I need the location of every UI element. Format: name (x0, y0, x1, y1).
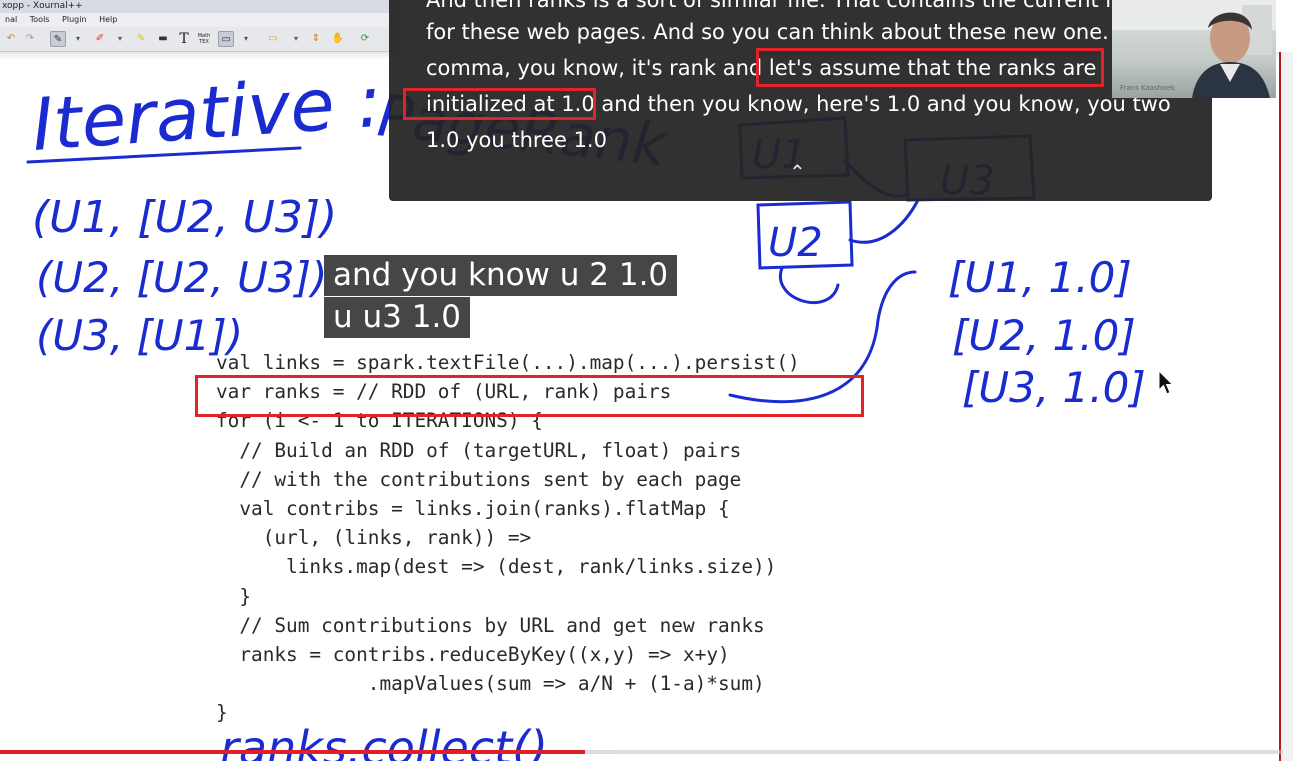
hand-icon[interactable]: ✋ (330, 31, 346, 47)
menu-item-journal[interactable]: nal (0, 13, 22, 27)
toolbar: ↶ ↷ ✎ ▾ ✐ ▾ ✎ ▬ T Math TEX ▭ ▾ ▭ ▾ ⇕ ✋ ⟳ (0, 27, 400, 52)
code-line: // Build an RDD of (targetURL, float) pa… (216, 438, 742, 462)
caption-line: for these web pages. And so you can thin… (426, 20, 1162, 44)
rectangle-select-icon[interactable]: ▭ (265, 31, 281, 47)
text-icon[interactable]: T (176, 31, 192, 47)
code-line: // with the contributions sent by each p… (216, 467, 742, 491)
image-icon[interactable]: ▬ (155, 31, 171, 47)
highlighter-icon[interactable]: ✎ (133, 31, 149, 47)
math-tex-icon[interactable]: Math TEX (196, 31, 212, 47)
code-line: ranks = contribs.reduceByKey((x,y) => x+… (216, 643, 730, 667)
menu-bar: nal Tools Plugin Help (0, 13, 400, 27)
vertical-space-icon[interactable]: ⇕ (308, 31, 324, 47)
refresh-icon[interactable]: ⟳ (357, 31, 373, 47)
mouse-cursor-icon (1158, 370, 1174, 395)
pen-icon[interactable]: ✎ (50, 31, 66, 47)
subtitle-line: u u3 1.0 (324, 297, 471, 338)
code-line: val contribs = links.join(ranks).flatMap… (216, 497, 730, 521)
undo-icon[interactable]: ↶ (3, 31, 19, 47)
chevron-down-icon[interactable]: ▾ (70, 31, 86, 47)
code-line: links.map(dest => (dest, rank/links.size… (216, 555, 777, 579)
menu-item-help[interactable]: Help (94, 13, 122, 27)
subtitle-line: and you know u 2 1.0 (324, 255, 678, 296)
chevron-up-icon[interactable]: ⌃ (789, 160, 806, 184)
caption-line: 1.0 you three 1.0 (426, 128, 607, 152)
webcam-feed: Frans Kaashoek (1112, 0, 1276, 98)
selection-icon[interactable]: ▭ (218, 31, 234, 47)
eraser-icon[interactable]: ✐ (92, 31, 108, 47)
caption-highlight-box (403, 88, 596, 120)
code-line: } (216, 584, 252, 608)
video-played-bar (0, 750, 585, 754)
code-line: } (216, 701, 228, 725)
window-title: xopp - Xournal++ (0, 0, 400, 13)
redo-icon[interactable]: ↷ (22, 31, 38, 47)
code-line: .mapValues(sum => a/N + (1-a)*sum) (216, 672, 765, 696)
ranks-line-highlight (195, 375, 864, 417)
page-edge (1279, 52, 1293, 761)
menu-item-tools[interactable]: Tools (25, 13, 55, 27)
code-line: (url, (links, rank)) => (216, 526, 532, 550)
chevron-down-icon[interactable]: ▾ (288, 31, 304, 47)
code-line: val links = spark.textFile(...).map(...)… (216, 351, 800, 374)
chevron-down-icon[interactable]: ▾ (112, 31, 128, 47)
caption-highlight-box (756, 48, 1104, 87)
chevron-down-icon[interactable]: ▾ (238, 31, 254, 47)
webcam-name-label: Frans Kaashoek (1120, 84, 1175, 92)
menu-item-plugin[interactable]: Plugin (57, 13, 92, 27)
video-progress-bar[interactable] (0, 750, 1283, 754)
code-line: // Sum contributions by URL and get new … (216, 613, 765, 637)
